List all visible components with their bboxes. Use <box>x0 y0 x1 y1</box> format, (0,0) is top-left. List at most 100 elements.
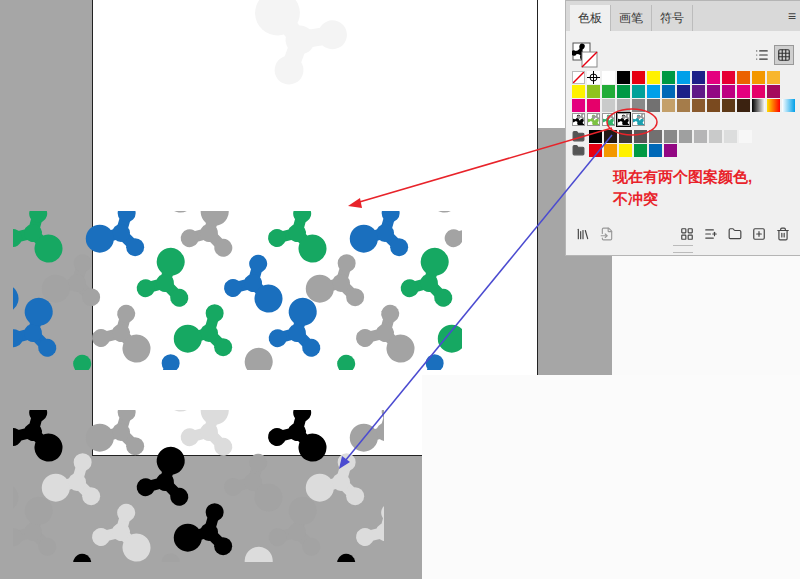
illustrator-workspace: 色板画笔符号≡现在有两个图案颜色, 不冲突 <box>0 0 800 579</box>
color-swatch[interactable] <box>692 85 705 98</box>
delete-icon[interactable] <box>776 227 790 241</box>
grid-view-button[interactable] <box>774 45 794 65</box>
swatch-options-icon[interactable] <box>704 227 718 241</box>
color-swatch[interactable] <box>752 71 765 84</box>
color-swatch[interactable] <box>649 144 662 157</box>
color-swatch[interactable] <box>589 144 602 157</box>
color-swatch[interactable] <box>662 99 675 112</box>
color-swatch[interactable] <box>602 71 615 84</box>
pattern-swatch[interactable] <box>572 113 585 126</box>
color-swatch[interactable] <box>692 71 705 84</box>
color-swatch[interactable] <box>619 144 632 157</box>
color-swatch[interactable] <box>647 71 660 84</box>
color-swatch[interactable] <box>664 144 677 157</box>
place-icon[interactable] <box>600 227 614 241</box>
color-swatch[interactable] <box>649 130 662 143</box>
panel-gripper[interactable] <box>673 245 693 253</box>
color-swatch[interactable] <box>632 99 645 112</box>
folder-icon[interactable] <box>572 130 585 143</box>
none-swatch[interactable] <box>572 71 585 84</box>
color-swatch[interactable] <box>602 85 615 98</box>
swatches-panel: 色板画笔符号 ≡ <box>565 0 800 256</box>
color-swatch[interactable] <box>664 130 677 143</box>
color-swatch[interactable] <box>619 130 632 143</box>
color-swatch[interactable] <box>692 99 705 112</box>
color-swatch[interactable] <box>634 144 647 157</box>
color-swatch[interactable] <box>587 85 600 98</box>
color-swatch[interactable] <box>634 130 647 143</box>
color-swatch[interactable] <box>737 71 750 84</box>
pattern-swatch[interactable] <box>587 113 600 126</box>
color-swatch[interactable] <box>587 99 600 112</box>
color-swatch[interactable] <box>722 99 735 112</box>
ghost-blob <box>240 0 360 90</box>
color-swatch[interactable] <box>617 85 630 98</box>
pattern-swatch[interactable] <box>617 113 630 126</box>
fill-stroke-icon[interactable] <box>572 42 598 68</box>
color-swatch[interactable] <box>632 71 645 84</box>
color-swatch[interactable] <box>604 130 617 143</box>
color-swatch[interactable] <box>694 130 707 143</box>
color-swatch[interactable] <box>572 85 585 98</box>
folder-icon[interactable] <box>572 144 585 157</box>
color-swatch[interactable] <box>617 71 630 84</box>
color-swatch[interactable] <box>679 130 692 143</box>
color-swatch[interactable] <box>737 99 750 112</box>
panel-menu-button[interactable]: ≡ <box>788 9 800 23</box>
color-swatch[interactable] <box>722 85 735 98</box>
list-view-button[interactable] <box>752 45 772 65</box>
faded-panel-area <box>422 375 800 579</box>
registration-swatch[interactable] <box>587 71 600 84</box>
panel-tab[interactable]: 符号 <box>652 5 693 31</box>
gradient-swatch[interactable] <box>767 99 780 112</box>
grid-icon <box>777 48 791 62</box>
color-swatch[interactable] <box>724 130 737 143</box>
colored-pattern-band <box>13 211 462 370</box>
color-swatch[interactable] <box>752 85 765 98</box>
swatch-kinds-icon[interactable] <box>680 227 694 241</box>
color-swatch[interactable] <box>662 85 675 98</box>
gradient-swatch[interactable] <box>782 99 795 112</box>
swatch-grid <box>566 71 800 157</box>
color-swatch[interactable] <box>632 85 645 98</box>
color-swatch[interactable] <box>707 99 720 112</box>
color-swatch[interactable] <box>739 130 752 143</box>
color-swatch[interactable] <box>767 71 780 84</box>
color-swatch[interactable] <box>602 99 615 112</box>
faded-panel-area <box>612 255 800 375</box>
panel-tab[interactable]: 色板 <box>570 5 611 31</box>
highlight-ellipse <box>607 109 657 135</box>
gradient-swatch[interactable] <box>752 99 765 112</box>
new-swatch-icon[interactable] <box>752 227 766 241</box>
color-swatch[interactable] <box>647 99 660 112</box>
list-icon <box>755 48 769 62</box>
color-swatch[interactable] <box>572 99 585 112</box>
color-swatch[interactable] <box>709 130 722 143</box>
color-swatch[interactable] <box>589 130 602 143</box>
color-swatch[interactable] <box>737 85 750 98</box>
panel-tab-bar: 色板画笔符号 ≡ <box>566 1 800 31</box>
color-swatch[interactable] <box>677 71 690 84</box>
swatch-row <box>572 144 800 157</box>
color-swatch[interactable] <box>707 71 720 84</box>
canvas-white-area <box>538 0 566 128</box>
color-swatch[interactable] <box>677 99 690 112</box>
library-icon[interactable] <box>576 227 590 241</box>
new-group-icon[interactable] <box>728 227 742 241</box>
swatch-row <box>572 99 800 112</box>
panel-tab[interactable]: 画笔 <box>611 5 652 31</box>
color-swatch[interactable] <box>617 99 630 112</box>
swatch-row <box>572 130 800 143</box>
color-swatch[interactable] <box>662 71 675 84</box>
color-swatch[interactable] <box>767 85 780 98</box>
pattern-swatch[interactable] <box>602 113 615 126</box>
swatch-row <box>572 85 800 98</box>
color-swatch[interactable] <box>722 71 735 84</box>
color-swatch[interactable] <box>677 85 690 98</box>
panel-toolbar <box>566 223 800 245</box>
color-swatch[interactable] <box>647 85 660 98</box>
color-swatch[interactable] <box>604 144 617 157</box>
pattern-swatch[interactable] <box>632 113 645 126</box>
color-swatch[interactable] <box>707 85 720 98</box>
annotation-arrows <box>0 0 800 579</box>
